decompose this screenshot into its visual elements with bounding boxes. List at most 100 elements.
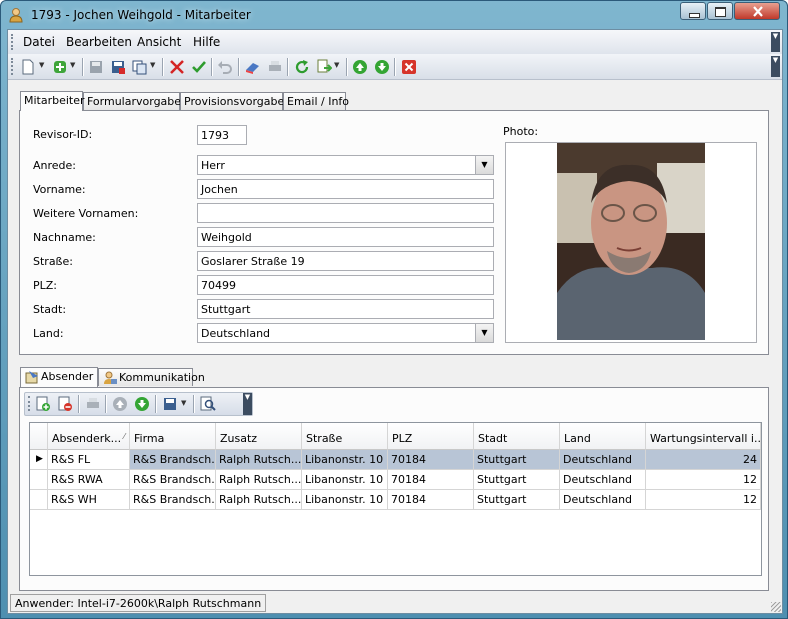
column-header-stadt[interactable]: Stadt <box>474 423 560 450</box>
eraser-icon[interactable] <box>245 59 261 75</box>
chevron-down-icon[interactable]: ▼ <box>475 324 493 342</box>
row-selector[interactable] <box>30 470 48 490</box>
column-header-absenderk[interactable]: Absenderk... ⁄ <box>48 423 130 450</box>
new-document-icon[interactable] <box>20 59 36 75</box>
photo-frame[interactable] <box>505 142 757 343</box>
delete-icon[interactable] <box>169 59 185 75</box>
grid-cell[interactable]: Ralph Rutsch... <box>216 490 302 510</box>
grid-cell[interactable]: Ralph Rutsch... <box>216 450 302 470</box>
chevron-down-icon[interactable]: ▼ <box>475 156 493 174</box>
grid-cell[interactable]: R&S Brandsch... <box>130 490 216 510</box>
remove-row-icon[interactable] <box>57 396 73 412</box>
row-selector-indicator[interactable]: ▶ <box>30 450 48 470</box>
plz-field[interactable]: 70499 <box>197 275 494 295</box>
minimize-button[interactable] <box>680 2 706 20</box>
anrede-select[interactable]: Herr ▼ <box>197 155 494 175</box>
tab-absender[interactable]: Absender <box>20 367 98 387</box>
tab-provisionsvorgaben[interactable]: Provisionsvorgaben <box>180 92 291 110</box>
menu-bearbeiten[interactable]: Bearbeiten <box>66 35 132 49</box>
grid-cell[interactable]: 70184 <box>388 450 474 470</box>
grid-cell[interactable]: 70184 <box>388 470 474 490</box>
grid-cell[interactable]: Libanonstr. 10 <box>302 450 388 470</box>
column-header-firma[interactable]: Firma <box>130 423 216 450</box>
confirm-icon[interactable] <box>191 59 207 75</box>
resize-grip[interactable] <box>771 602 781 612</box>
nachname-field[interactable]: Weihgold <box>197 227 494 247</box>
strasse-label: Straße: <box>33 255 73 268</box>
photo-label: Photo: <box>503 125 539 138</box>
move-down-icon[interactable] <box>134 396 150 412</box>
grid-cell[interactable]: R&S WH <box>48 490 130 510</box>
export-icon[interactable] <box>316 59 332 75</box>
grid-cell[interactable]: Libanonstr. 10 <box>302 470 388 490</box>
print-icon[interactable] <box>85 396 101 412</box>
menu-datei[interactable]: Datei <box>23 35 55 49</box>
grid-cell[interactable]: Deutschland <box>560 490 646 510</box>
toolbar-overflow-button[interactable]: ▼ <box>771 56 780 77</box>
land-select[interactable]: Deutschland ▼ <box>197 323 494 343</box>
grid-cell[interactable]: Ralph Rutsch... <box>216 470 302 490</box>
window-client-area: Datei Bearbeiten Ansicht Hilfe ▼ ▼ ▼ ▼ ▼… <box>7 29 783 614</box>
strasse-field[interactable]: Goslarer Straße 19 <box>197 251 494 271</box>
tab-formularvorgaben[interactable]: Formularvorgaben <box>83 92 188 110</box>
save-close-icon[interactable] <box>110 59 126 75</box>
grid-cell[interactable]: 24 <box>646 450 761 470</box>
title-bar[interactable]: 1793 - Jochen Weihgold - Mitarbeiter <box>1 1 787 29</box>
weitere-vornamen-field[interactable] <box>197 203 494 223</box>
revisor-id-label: Revisor-ID: <box>33 128 93 141</box>
copy-icon[interactable] <box>132 59 148 75</box>
export-dropdown-arrow[interactable]: ▼ <box>334 61 339 69</box>
save-dropdown-arrow[interactable]: ▼ <box>181 399 186 407</box>
print-icon[interactable] <box>267 59 283 75</box>
menu-grip[interactable] <box>11 34 16 50</box>
vorname-field[interactable]: Jochen <box>197 179 494 199</box>
column-header-land[interactable]: Land <box>560 423 646 450</box>
stadt-field[interactable]: Stuttgart <box>197 299 494 319</box>
move-down-icon[interactable] <box>374 59 390 75</box>
grid-cell[interactable]: Stuttgart <box>474 450 560 470</box>
grid-cell[interactable]: Deutschland <box>560 450 646 470</box>
toolbar-grip[interactable] <box>11 58 16 75</box>
maximize-button[interactable] <box>707 2 733 20</box>
menu-ansicht[interactable]: Ansicht <box>137 35 181 49</box>
close-window-button[interactable] <box>734 2 780 20</box>
column-header-wartungsintervall[interactable]: Wartungsintervall i... <box>646 423 761 450</box>
revisor-id-field[interactable]: 1793 <box>197 125 247 145</box>
search-icon[interactable] <box>200 396 216 412</box>
refresh-icon[interactable] <box>294 59 310 75</box>
move-up-icon[interactable] <box>352 59 368 75</box>
menu-hilfe[interactable]: Hilfe <box>193 35 220 49</box>
column-header-zusatz[interactable]: Zusatz <box>216 423 302 450</box>
grid-cell[interactable]: Stuttgart <box>474 470 560 490</box>
add-dropdown-arrow[interactable]: ▼ <box>70 61 75 69</box>
grid-cell[interactable]: 70184 <box>388 490 474 510</box>
grid-cell[interactable]: R&S Brandsch... <box>130 470 216 490</box>
save-icon[interactable] <box>88 59 104 75</box>
grid-cell[interactable]: Stuttgart <box>474 490 560 510</box>
grid-cell[interactable]: R&S RWA <box>48 470 130 490</box>
status-bar: Anwender: Intel-i7-2600k\Ralph Rutschman… <box>8 592 782 613</box>
grid-cell[interactable]: 12 <box>646 470 761 490</box>
grid-cell[interactable]: 12 <box>646 490 761 510</box>
grid-toolbar-grip[interactable] <box>28 396 33 411</box>
save-icon[interactable] <box>162 396 178 412</box>
column-header-plz[interactable]: PLZ <box>388 423 474 450</box>
undo-icon[interactable] <box>217 59 233 75</box>
grid-cell[interactable]: Libanonstr. 10 <box>302 490 388 510</box>
grid-cell[interactable]: R&S Brandsch... <box>130 450 216 470</box>
copy-dropdown-arrow[interactable]: ▼ <box>150 61 155 69</box>
tab-kommunikation[interactable]: Kommunikation <box>98 368 205 386</box>
move-up-icon[interactable] <box>112 396 128 412</box>
add-row-icon[interactable] <box>35 396 51 412</box>
add-icon[interactable] <box>52 59 68 75</box>
grid-cell[interactable]: R&S FL <box>48 450 130 470</box>
grid-cell[interactable]: Deutschland <box>560 470 646 490</box>
column-header-strasse[interactable]: Straße <box>302 423 388 450</box>
menu-overflow-button[interactable]: ▼ <box>771 32 780 52</box>
row-selector[interactable] <box>30 490 48 510</box>
grid-toolbar-overflow-button[interactable]: ▼ <box>243 393 252 415</box>
close-record-icon[interactable] <box>401 59 417 75</box>
new-dropdown-arrow[interactable]: ▼ <box>39 61 44 69</box>
tab-email-info[interactable]: Email / Info <box>283 92 349 110</box>
tab-mitarbeiter[interactable]: Mitarbeiter <box>20 91 85 111</box>
